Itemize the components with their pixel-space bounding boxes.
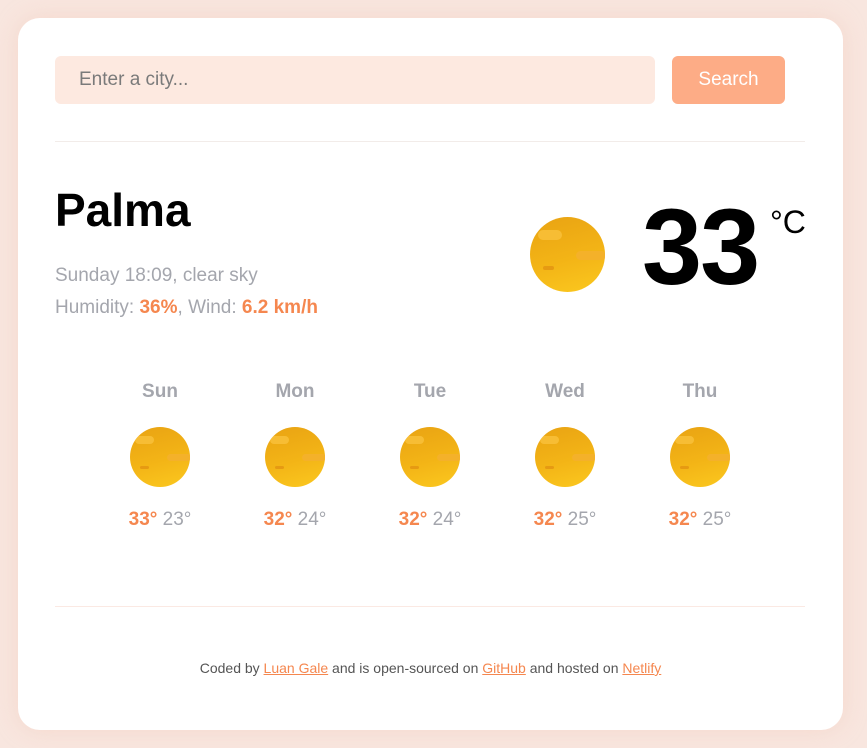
date-time: Sunday 18:09	[55, 265, 173, 286]
sun-icon	[535, 427, 595, 487]
footer: Coded by Luan Gale and is open-sourced o…	[18, 659, 843, 677]
weather-details: Humidity: 36%, Wind: 6.2 km/h	[55, 297, 318, 318]
author-link[interactable]: Luan Gale	[264, 660, 329, 676]
forecast-day-name: Sun	[142, 381, 178, 402]
forecast-max: 33°	[128, 509, 158, 530]
forecast-temps: 32° 24°	[240, 508, 350, 532]
bottom-divider	[55, 606, 805, 607]
forecast-max: 32°	[533, 509, 563, 530]
forecast-min: 23°	[162, 509, 192, 530]
forecast-min: 24°	[432, 509, 462, 530]
weather-card: Search Palma Sunday 18:09, clear sky Hum…	[18, 18, 843, 730]
forecast-temps: 33° 23°	[105, 508, 215, 532]
forecast-min: 24°	[297, 509, 327, 530]
search-button[interactable]: Search	[672, 56, 785, 104]
weather-description: clear sky	[182, 265, 258, 286]
forecast-temps: 32° 24°	[375, 508, 485, 532]
sun-icon	[130, 427, 190, 487]
forecast-day: Tue 32° 24°	[375, 380, 485, 530]
forecast-temps: 32° 25°	[645, 508, 755, 532]
forecast-max: 32°	[668, 509, 698, 530]
netlify-link[interactable]: Netlify	[622, 660, 661, 676]
github-link[interactable]: GitHub	[482, 660, 526, 676]
wind-label: Wind:	[188, 297, 242, 318]
forecast-max: 32°	[263, 509, 293, 530]
sun-icon	[530, 217, 605, 292]
forecast-day: Sun 33° 23°	[105, 380, 215, 530]
wind-value: 6.2 km/h	[241, 297, 318, 318]
sun-icon	[670, 427, 730, 487]
forecast-day-name: Wed	[545, 381, 585, 402]
city-name: Palma	[55, 184, 191, 236]
forecast-min: 25°	[567, 509, 597, 530]
footer-text: and hosted on	[525, 660, 623, 676]
sun-icon	[400, 427, 460, 487]
date-description: Sunday 18:09, clear sky	[55, 265, 258, 286]
forecast-temps: 32° 25°	[510, 508, 620, 532]
forecast-day: Thu 32° 25°	[645, 380, 755, 530]
forecast-min: 25°	[702, 509, 732, 530]
footer-text: Coded by	[199, 660, 264, 676]
city-search-input[interactable]	[55, 56, 655, 104]
forecast-day: Wed 32° 25°	[510, 380, 620, 530]
humidity-label: Humidity:	[55, 297, 140, 318]
forecast-day-name: Tue	[413, 381, 447, 402]
forecast-day-name: Mon	[275, 381, 315, 402]
current-temperature: 33	[642, 186, 760, 307]
footer-text: and is open-sourced on	[328, 660, 483, 676]
humidity-value: 36%	[139, 297, 178, 318]
search-form: Search	[55, 56, 785, 104]
forecast-max: 32°	[398, 509, 428, 530]
temperature-unit: °C	[770, 204, 806, 240]
sun-icon	[265, 427, 325, 487]
forecast-day: Mon 32° 24°	[240, 380, 350, 530]
top-divider	[55, 141, 805, 142]
forecast-day-name: Thu	[682, 381, 718, 402]
